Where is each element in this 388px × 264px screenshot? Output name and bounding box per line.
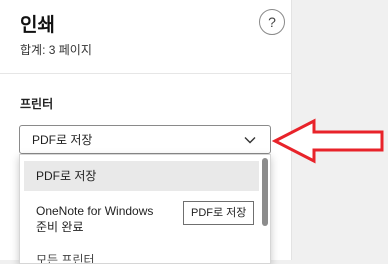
printer-select-value: PDF로 저장 bbox=[32, 133, 93, 147]
chevron-down-icon bbox=[244, 137, 256, 144]
header-divider bbox=[0, 73, 291, 74]
red-left-arrow-icon bbox=[272, 118, 384, 164]
option-label: PDF로 저장 bbox=[36, 169, 97, 183]
option-label: 모든 프린터 bbox=[36, 253, 95, 264]
print-panel: 인쇄 합계: 3 페이지 ? 프린터 PDF로 저장 PDF로 저장 OneNo… bbox=[0, 0, 292, 264]
printer-select[interactable]: PDF로 저장 bbox=[19, 125, 271, 154]
tooltip: PDF로 저장 bbox=[183, 201, 255, 225]
dropdown-scrollbar[interactable] bbox=[262, 158, 268, 226]
question-mark-icon: ? bbox=[268, 14, 276, 30]
printer-option-save-pdf[interactable]: PDF로 저장 bbox=[24, 161, 259, 191]
page-count: 합계: 3 페이지 bbox=[20, 43, 92, 57]
printer-label: 프린터 bbox=[20, 97, 54, 111]
page-title: 인쇄 bbox=[20, 15, 55, 36]
printer-option-all-printers[interactable]: 모든 프린터 bbox=[24, 253, 259, 264]
help-button[interactable]: ? bbox=[259, 9, 285, 35]
